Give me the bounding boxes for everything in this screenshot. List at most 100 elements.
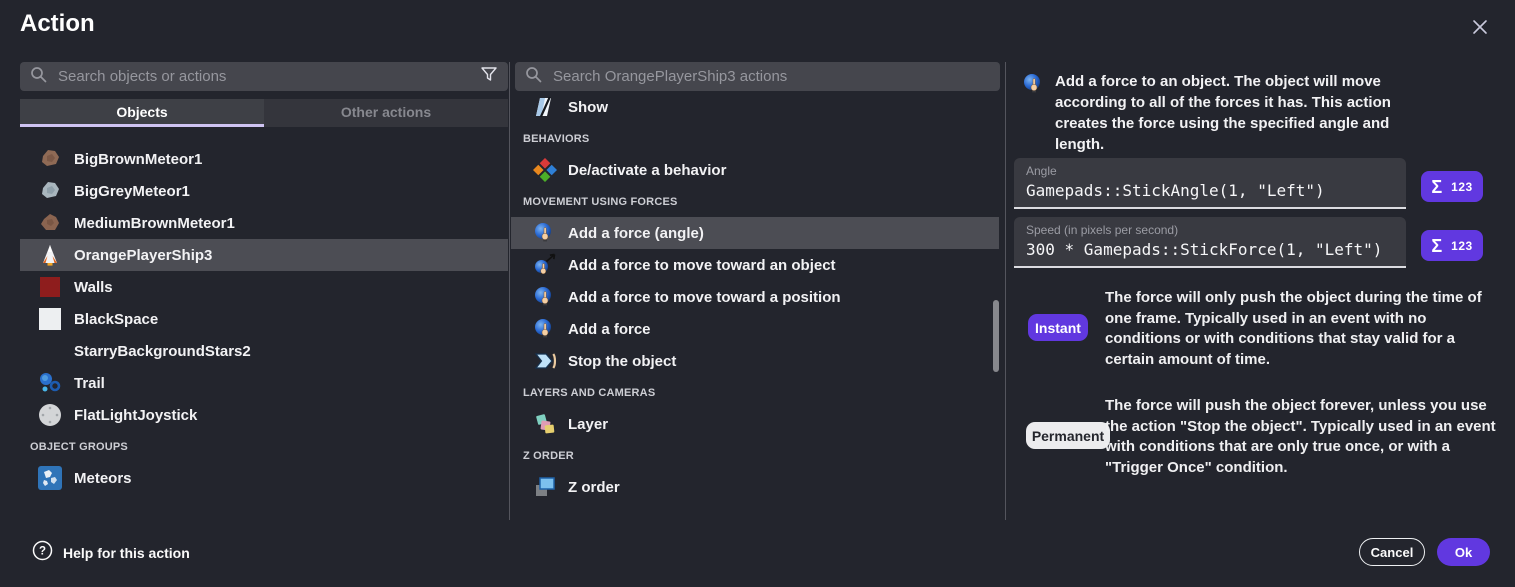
row-label: Add a force to move toward a position [568, 289, 841, 306]
help-label: Help for this action [63, 545, 190, 561]
action-row[interactable]: Add a force to move toward an object [511, 249, 999, 281]
object-row[interactable]: Meteors [20, 462, 508, 494]
actions-list: Show BEHAVIORS De/activate a behavior MOVEM… [511, 91, 999, 503]
angle-field[interactable]: Angle Gamepads::StickAngle(1, "Left") [1014, 158, 1406, 209]
speed-field-value[interactable]: 300 * Gamepads::StickForce(1, "Left") [1026, 240, 1394, 259]
row-label: Meteors [74, 470, 132, 487]
objects-search[interactable] [20, 62, 508, 91]
action-row[interactable]: De/activate a behavior [511, 154, 999, 186]
trail-icon [38, 371, 62, 395]
group-meteors-icon [38, 466, 62, 490]
filter-icon[interactable] [480, 65, 498, 88]
help-link[interactable]: ? Help for this action [32, 540, 190, 566]
action-row[interactable]: Z order [511, 471, 999, 503]
row-label: Z order [568, 479, 620, 496]
row-label: De/activate a behavior [568, 162, 726, 179]
category-header: MOVEMENT USING FORCES [511, 186, 999, 217]
show-icon [533, 95, 557, 119]
object-row[interactable]: BlackSpace [20, 303, 508, 335]
object-tabs: Objects Other actions [20, 99, 508, 127]
angle-expression-button[interactable]: Σ 123 [1421, 171, 1483, 202]
red-square-icon [38, 275, 62, 299]
tab-objects[interactable]: Objects [20, 99, 264, 127]
angle-field-value[interactable]: Gamepads::StickAngle(1, "Left") [1026, 181, 1394, 200]
page-title: Action [20, 10, 95, 38]
object-row[interactable]: FlatLightJoystick [20, 399, 508, 431]
force-icon [533, 221, 557, 245]
objects-list: BigBrownMeteor1 BigGreyMeteor1 MediumBrown… [20, 143, 508, 494]
panel-divider [1005, 62, 1006, 520]
layer-icon [533, 412, 557, 436]
search-icon [30, 66, 47, 88]
category-header: BEHAVIORS [511, 123, 999, 154]
row-label: Show [568, 99, 608, 116]
permanent-option-text: The force will push the object forever, … [1105, 396, 1501, 478]
row-label: BigGreyMeteor1 [74, 183, 190, 200]
row-label: OrangePlayerShip3 [74, 247, 212, 264]
sigma-icon: Σ [1431, 237, 1442, 255]
row-label: StarryBackgroundStars2 [74, 343, 251, 360]
action-row[interactable]: Add a force to move toward a position [511, 281, 999, 313]
action-description: Add a force to an object. The object wil… [1055, 71, 1407, 155]
force-icon [533, 317, 557, 341]
stop-icon [533, 349, 557, 373]
panel-divider [509, 62, 510, 520]
row-label: Layer [568, 416, 608, 433]
speed-expression-button[interactable]: Σ 123 [1421, 230, 1483, 261]
category-header: LAYERS AND CAMERAS [511, 377, 999, 408]
instant-option-text: The force will only push the object duri… [1105, 288, 1501, 370]
row-label: Stop the object [568, 353, 676, 370]
joystick-icon [38, 403, 62, 427]
numbers-icon: 123 [1451, 180, 1473, 194]
force-icon [533, 285, 557, 309]
search-icon [525, 66, 542, 88]
row-label: MediumBrownMeteor1 [74, 215, 235, 232]
meteor-brown2-icon [38, 211, 62, 235]
action-row[interactable]: Stop the object [511, 345, 999, 377]
action-row[interactable]: Add a force [511, 313, 999, 345]
category-header: Z ORDER [511, 440, 999, 471]
object-row[interactable]: Walls [20, 271, 508, 303]
none-icon [38, 339, 62, 363]
object-row[interactable]: BigBrownMeteor1 [20, 143, 508, 175]
row-label: BigBrownMeteor1 [74, 151, 202, 168]
row-label: Add a force [568, 321, 651, 338]
close-icon[interactable] [1466, 13, 1494, 41]
action-row[interactable]: Add a force (angle) [511, 217, 999, 249]
force-icon [1022, 72, 1046, 96]
ok-button[interactable]: Ok [1437, 538, 1490, 566]
speed-field-label: Speed (in pixels per second) [1026, 223, 1394, 237]
speed-field[interactable]: Speed (in pixels per second) 300 * Gamep… [1014, 217, 1406, 268]
objects-panel: Objects Other actions BigBrownMeteor1Big… [20, 62, 508, 494]
permanent-option-button[interactable]: Permanent [1026, 422, 1110, 449]
object-row[interactable]: OrangePlayerShip3 [20, 239, 508, 271]
actions-panel: ShowBEHAVIORSDe/activate a behaviorMOVEM… [515, 62, 1003, 503]
cancel-button[interactable]: Cancel [1359, 538, 1425, 566]
numbers-icon: 123 [1451, 239, 1473, 253]
row-label: Trail [74, 375, 105, 392]
category-header: OBJECT GROUPS [20, 431, 508, 462]
object-row[interactable]: StarryBackgroundStars2 [20, 335, 508, 367]
angle-field-label: Angle [1026, 164, 1394, 178]
object-row[interactable]: MediumBrownMeteor1 [20, 207, 508, 239]
object-row[interactable]: BigGreyMeteor1 [20, 175, 508, 207]
scrollbar-thumb[interactable] [993, 300, 999, 372]
row-label: Add a force (angle) [568, 225, 704, 242]
help-icon: ? [32, 540, 53, 566]
ship-icon [38, 243, 62, 267]
white-square-icon [38, 307, 62, 331]
objects-search-input[interactable] [56, 67, 471, 86]
tab-other-actions[interactable]: Other actions [264, 99, 508, 127]
object-row[interactable]: Trail [20, 367, 508, 399]
instant-option-button[interactable]: Instant [1028, 314, 1088, 341]
row-label: BlackSpace [74, 311, 158, 328]
behavior-icon [533, 158, 557, 182]
svg-text:?: ? [39, 546, 46, 558]
row-label: Walls [74, 279, 113, 296]
actions-search[interactable] [515, 62, 1000, 91]
action-row[interactable]: Show [511, 91, 999, 123]
meteor-brown-icon [38, 147, 62, 171]
action-row[interactable]: Layer [511, 408, 999, 440]
row-label: FlatLightJoystick [74, 407, 197, 424]
actions-search-input[interactable] [551, 67, 990, 86]
